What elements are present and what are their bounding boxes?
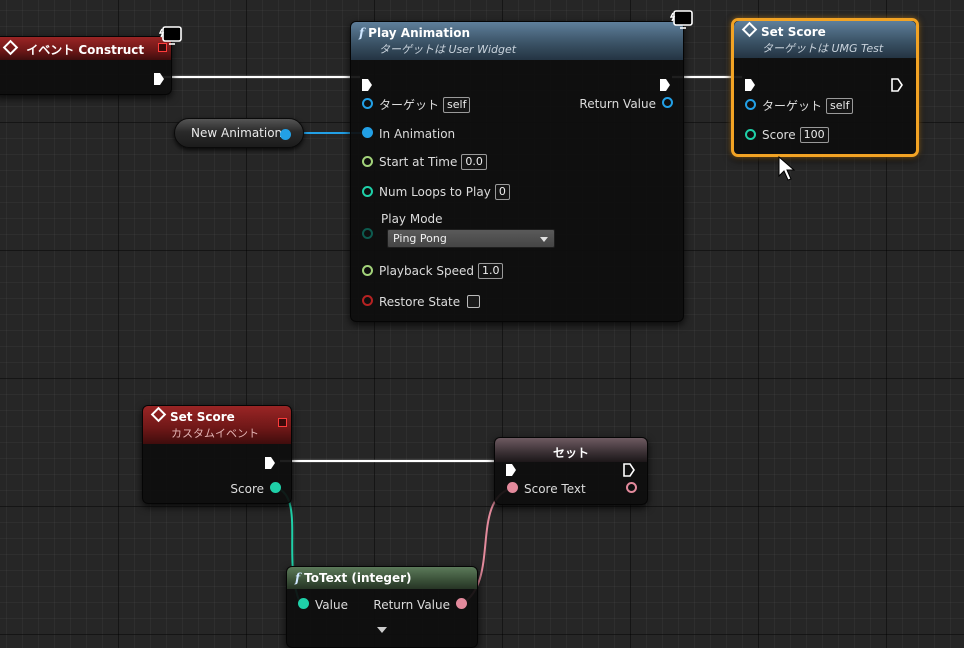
play-mode-pin-row[interactable] (362, 227, 373, 241)
playback-speed-label: Playback Speed (379, 264, 474, 278)
num-loops-pin-icon[interactable] (362, 185, 373, 197)
new-animation-variable-node[interactable]: New Animation (174, 118, 304, 148)
set-score-call-subtitle: ターゲットは UMG Test (762, 42, 884, 55)
start-at-time-pin-icon[interactable] (362, 155, 373, 167)
playback-speed-value[interactable]: 1.0 (477, 263, 504, 279)
start-at-time-label: Start at Time (379, 155, 458, 169)
set-score-event-node[interactable]: Set Score カスタムイベント Score (142, 405, 292, 504)
return-value-pin-icon[interactable] (662, 97, 673, 108)
chevron-down-icon (540, 237, 548, 242)
delegate-pin-icon[interactable] (278, 418, 287, 427)
value-pin-row[interactable]: Value (298, 597, 348, 612)
in-animation-pin-icon[interactable] (362, 127, 373, 138)
num-loops-label: Num Loops to Play (379, 185, 491, 199)
score-text-label: Score Text (524, 481, 586, 496)
target-pin-label: ターゲット (379, 98, 440, 112)
score-text-in-pin-icon[interactable] (507, 482, 518, 493)
score-text-pin-row[interactable]: Score Text (507, 481, 586, 496)
event-construct-title: イベント Construct (26, 43, 145, 57)
diamond-event-icon (741, 21, 758, 38)
play-animation-title: Play Animation (368, 26, 470, 40)
play-animation-subtitle: ターゲットは User Widget (379, 43, 517, 56)
play-mode-dropdown[interactable]: Ping Pong (387, 229, 555, 248)
set-score-event-header[interactable]: Set Score カスタムイベント (143, 406, 291, 444)
score-pin-value[interactable]: 100 (799, 127, 829, 143)
set-variable-title: セット (552, 446, 589, 460)
new-animation-label: New Animation (191, 126, 283, 140)
num-loops-pin-row[interactable]: Num Loops to Play 0 (362, 184, 510, 200)
score-pin-icon[interactable] (745, 128, 756, 140)
score-pin-row[interactable]: Score 100 (745, 127, 829, 143)
return-value-label: Return Value (579, 96, 656, 111)
target-pin-icon[interactable] (362, 98, 373, 109)
set-variable-node[interactable]: セット Score Text (494, 437, 648, 505)
play-animation-node[interactable]: f Play Animation ターゲットは User Widget ターゲット… (350, 21, 684, 322)
playback-speed-pin-icon[interactable] (362, 264, 373, 276)
target-pin-label: ターゲット (762, 99, 823, 113)
expand-arrow-row[interactable] (376, 623, 388, 637)
restore-state-pin-icon[interactable] (362, 295, 373, 306)
play-mode-label-row: Play Mode (381, 212, 443, 226)
target-pin-row[interactable]: ターゲット self (362, 96, 471, 113)
score-text-out-pin-icon[interactable] (626, 482, 637, 493)
new-animation-out-pin[interactable] (280, 129, 291, 140)
set-score-call-header[interactable]: Set Score ターゲットは UMG Test (734, 21, 916, 58)
to-text-header[interactable]: f ToText (integer) (287, 567, 477, 589)
playback-speed-pin-row[interactable]: Playback Speed 1.0 (362, 263, 504, 279)
num-loops-value[interactable]: 0 (494, 184, 510, 200)
score-pin-label: Score (762, 128, 796, 142)
target-pin-icon[interactable] (745, 99, 756, 110)
set-score-event-subtitle: カスタムイベント (171, 427, 259, 440)
return-value-label: Return Value (373, 597, 450, 612)
start-at-time-pin-row[interactable]: Start at Time 0.0 (362, 154, 487, 170)
return-value-pin-row[interactable]: Return Value (579, 96, 673, 111)
value-label: Value (315, 597, 348, 612)
score-out-pin-icon[interactable] (270, 482, 281, 493)
mouse-cursor-icon (778, 156, 796, 181)
target-pin-value[interactable]: self (443, 96, 471, 113)
event-construct-node[interactable]: イベント Construct (0, 36, 172, 95)
to-text-node[interactable]: f ToText (integer) Value Return Value (286, 566, 478, 648)
monitor-icon (669, 9, 693, 29)
in-animation-pin-row[interactable]: In Animation (362, 126, 455, 141)
restore-state-label: Restore State (379, 294, 461, 309)
diamond-event-icon (2, 39, 19, 56)
set-variable-header[interactable]: セット (495, 438, 647, 462)
set-score-call-title: Set Score (761, 25, 826, 39)
score-text-out-pin-row[interactable] (626, 481, 637, 495)
set-score-call-node[interactable]: Set Score ターゲットは UMG Test ターゲット self Scor… (731, 18, 919, 157)
monitor-icon (158, 25, 182, 45)
diamond-event-icon (150, 406, 167, 423)
event-construct-header[interactable]: イベント Construct (0, 37, 171, 60)
target-pin-value[interactable]: self (826, 97, 854, 114)
return-value-pin-row[interactable]: Return Value (373, 597, 467, 612)
restore-state-pin-row[interactable]: Restore State (362, 294, 481, 309)
play-animation-header[interactable]: f Play Animation ターゲットは User Widget (351, 22, 683, 60)
restore-state-checkbox[interactable] (467, 295, 481, 308)
start-at-time-value[interactable]: 0.0 (461, 154, 487, 170)
function-icon: f (359, 26, 365, 40)
target-pin-row[interactable]: ターゲット self (745, 97, 854, 114)
to-text-title: ToText (integer) (304, 571, 412, 585)
set-score-event-title: Set Score (170, 410, 235, 424)
value-pin-icon[interactable] (298, 598, 309, 609)
in-animation-label: In Animation (379, 126, 456, 141)
chevron-down-icon[interactable] (376, 626, 388, 634)
function-icon: f (295, 571, 301, 585)
play-mode-label: Play Mode (381, 212, 443, 226)
play-mode-pin-icon[interactable] (362, 228, 373, 239)
score-out-label: Score (230, 481, 264, 496)
play-mode-selected-value: Ping Pong (393, 232, 447, 245)
score-out-pin-row[interactable]: Score (230, 481, 281, 496)
return-value-pin-icon[interactable] (456, 598, 467, 609)
